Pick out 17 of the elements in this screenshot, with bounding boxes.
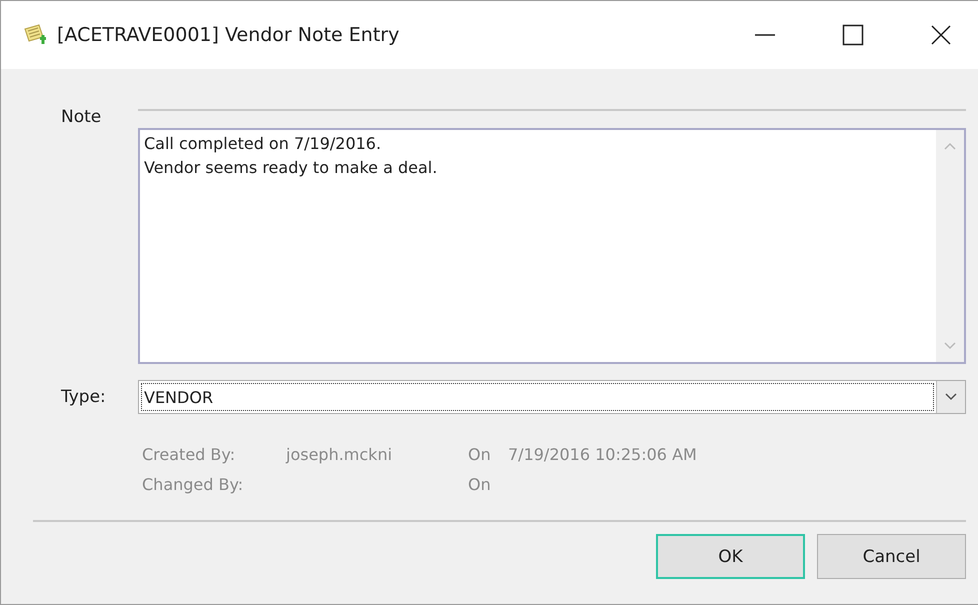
ok-button[interactable]: OK [656, 534, 805, 579]
maximize-icon[interactable] [842, 24, 864, 46]
close-icon[interactable] [930, 24, 952, 46]
type-label: Type: [60, 387, 107, 407]
chevron-down-icon[interactable] [945, 393, 957, 401]
cancel-button[interactable]: Cancel [817, 534, 966, 579]
on-label: On [468, 474, 492, 496]
date-time: 7/19/2016 10:25:06 AM [508, 444, 697, 466]
window-title: [ACETRAVE0001] Vendor Note Entry [57, 24, 400, 46]
info-label: Changed By: [142, 474, 244, 496]
on-label: On [468, 444, 492, 466]
user-name: joseph.mckni [286, 445, 392, 464]
notepad-icon [23, 24, 47, 46]
note-label: Note [60, 106, 102, 129]
type-dropdown[interactable]: VENDOR [138, 380, 966, 414]
note-field[interactable]: Call completed on 7/19/2016. Vendor seems ready to make a deal. [138, 128, 966, 364]
info-label: Created By: [142, 444, 236, 466]
